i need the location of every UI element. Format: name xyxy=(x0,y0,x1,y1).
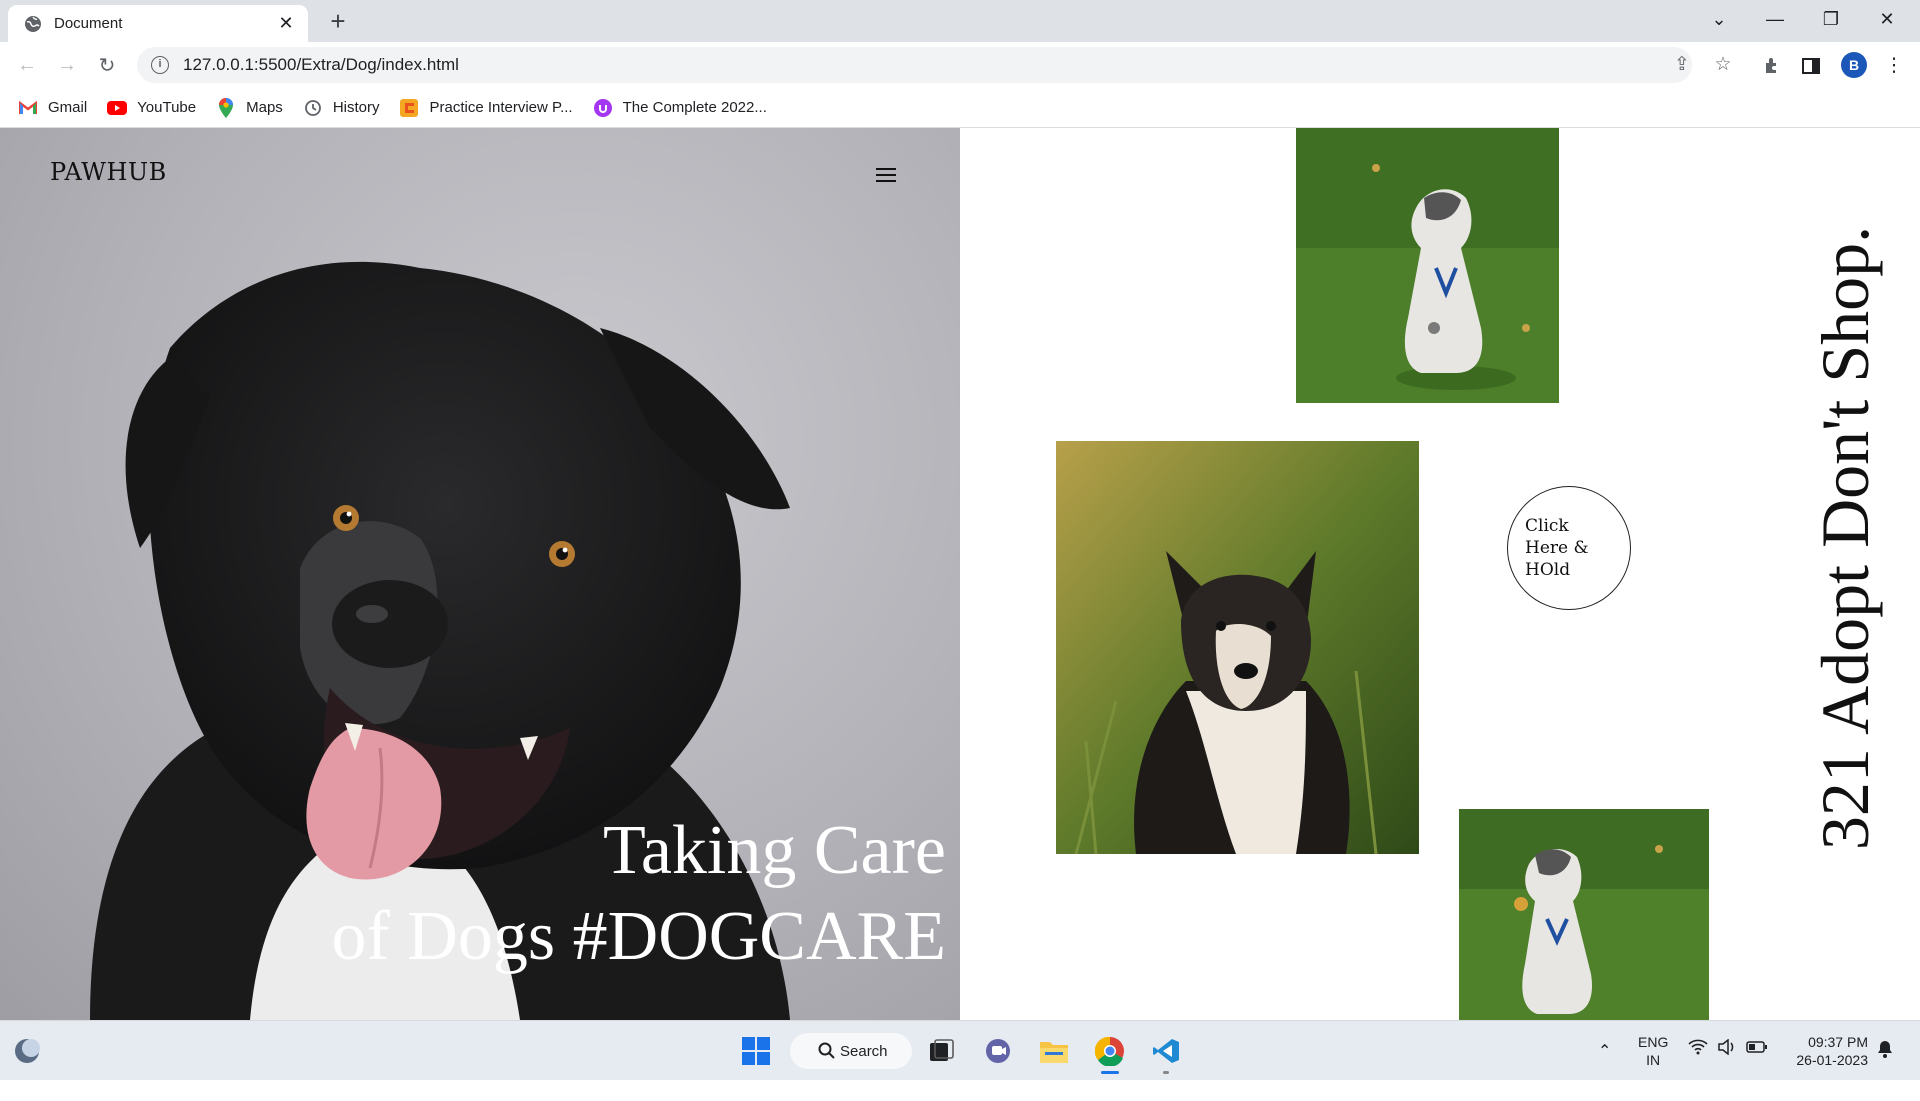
forward-button[interactable]: → xyxy=(51,49,83,81)
task-view-icon[interactable] xyxy=(922,1031,962,1071)
taskbar-search-label: Search xyxy=(840,1042,888,1060)
extensions-icon[interactable] xyxy=(1758,52,1786,80)
show-hidden-icons-chevron-icon[interactable]: ⌃ xyxy=(1598,1041,1611,1101)
minimize-button[interactable]: — xyxy=(1747,0,1803,38)
tab-close-icon[interactable]: ✕ xyxy=(276,13,296,34)
address-bar[interactable]: i 127.0.0.1:5500/Extra/Dog/index.html xyxy=(137,47,1692,83)
restore-button[interactable]: ❐ xyxy=(1803,0,1859,38)
globe-icon xyxy=(25,15,41,32)
bookmark-label: Maps xyxy=(246,99,283,116)
clock-time: 09:37 PM xyxy=(1808,1034,1868,1050)
coding-icon xyxy=(399,98,419,118)
vertical-tagline-text: 321 Adopt Don't Shop. xyxy=(1807,225,1883,851)
reload-button[interactable]: ↻ xyxy=(91,49,123,81)
profile-avatar[interactable]: B xyxy=(1841,52,1867,78)
language-code: ENG xyxy=(1638,1034,1669,1050)
battery-icon[interactable] xyxy=(1746,1040,1768,1100)
tab-search-icon[interactable]: ⌄ xyxy=(1691,0,1747,38)
bookmark-complete-2022[interactable]: The Complete 2022... xyxy=(593,98,767,118)
side-panel-icon[interactable] xyxy=(1797,52,1825,80)
os-taskbar: Search ⌃ ENG IN 09:37 PM 26-01-2023 xyxy=(0,1020,1920,1080)
notification-bell-icon[interactable] xyxy=(1876,1039,1894,1099)
hero-section: PAWHUB Taking Care of Dogs #DOGCARE xyxy=(0,128,960,1020)
clock[interactable]: 09:37 PM 26-01-2023 xyxy=(1788,1033,1868,1093)
hero-heading-line2: of Dogs #DOGCARE xyxy=(331,898,946,975)
puppy-photo-top xyxy=(1296,128,1559,403)
history-icon xyxy=(303,98,323,118)
brand-logo[interactable]: PAWHUB xyxy=(50,158,167,186)
language-indicator[interactable]: ENG IN xyxy=(1638,1033,1668,1093)
gmail-icon xyxy=(18,98,38,118)
hamburger-menu-icon[interactable] xyxy=(876,164,900,184)
region-code: IN xyxy=(1646,1052,1661,1068)
browser-toolbar: ← → ↻ i 127.0.0.1:5500/Extra/Dog/index.h… xyxy=(0,42,1920,88)
bookmark-gmail[interactable]: Gmail xyxy=(18,98,87,118)
vertical-tagline: 321 Adopt Don't Shop. xyxy=(1807,168,1883,908)
bookmarks-bar: Gmail YouTube Maps History Practice Inte… xyxy=(0,88,1920,128)
active-tab[interactable]: Document ✕ xyxy=(8,5,308,42)
bookmark-label: Practice Interview P... xyxy=(429,99,573,116)
hero-heading: Taking Care of Dogs #DOGCARE xyxy=(332,808,946,980)
husky-photo xyxy=(1056,441,1419,854)
maps-icon xyxy=(216,97,236,118)
taskbar-search-button[interactable]: Search xyxy=(790,1033,912,1069)
chrome-taskbar-icon[interactable] xyxy=(1090,1031,1130,1074)
youtube-icon xyxy=(107,98,128,118)
click-and-hold-label: Click Here & HOld xyxy=(1525,516,1589,580)
bookmark-label: YouTube xyxy=(137,99,197,116)
puppy-photo-bottom xyxy=(1459,809,1709,1020)
active-app-indicator xyxy=(1101,1071,1119,1074)
bookmark-youtube[interactable]: YouTube xyxy=(107,98,196,118)
share-icon[interactable]: ⇪ xyxy=(1669,52,1695,78)
weather-widget-icon[interactable] xyxy=(8,1031,48,1071)
wifi-icon[interactable] xyxy=(1688,1039,1708,1099)
hero-heading-line1: Taking Care xyxy=(602,812,946,889)
bookmark-maps[interactable]: Maps xyxy=(216,97,283,118)
bookmark-practice-interview[interactable]: Practice Interview P... xyxy=(399,98,573,118)
tab-strip: Document ✕ + ⌄ — ❐ ✕ xyxy=(0,0,1920,42)
search-icon xyxy=(818,1042,835,1059)
click-and-hold-button[interactable]: Click Here & HOld xyxy=(1507,486,1631,610)
back-button[interactable]: ← xyxy=(11,49,43,81)
file-explorer-icon[interactable] xyxy=(1034,1031,1074,1071)
tab-title: Document xyxy=(54,15,123,32)
bookmark-label: The Complete 2022... xyxy=(622,99,767,116)
teams-chat-icon[interactable] xyxy=(978,1031,1018,1071)
bookmark-star-icon[interactable]: ☆ xyxy=(1710,52,1736,78)
running-app-indicator xyxy=(1163,1071,1169,1074)
menu-kebab-icon[interactable]: ⋮ xyxy=(1880,52,1908,80)
start-windows-icon[interactable] xyxy=(736,1031,776,1071)
new-tab-button[interactable]: + xyxy=(322,6,354,38)
web-page: PAWHUB Taking Care of Dogs #DOGCARE Clic… xyxy=(0,128,1920,1020)
vscode-taskbar-icon[interactable] xyxy=(1146,1031,1186,1074)
bookmark-label: History xyxy=(332,99,380,116)
volume-icon[interactable] xyxy=(1717,1038,1737,1099)
udemy-icon xyxy=(593,98,613,118)
bookmark-history[interactable]: History xyxy=(303,98,380,118)
close-window-button[interactable]: ✕ xyxy=(1859,0,1915,38)
url-text: 127.0.0.1:5500/Extra/Dog/index.html xyxy=(183,55,459,74)
clock-date: 26-01-2023 xyxy=(1796,1052,1868,1068)
site-info-icon[interactable]: i xyxy=(151,56,169,74)
bookmark-label: Gmail xyxy=(48,99,88,116)
